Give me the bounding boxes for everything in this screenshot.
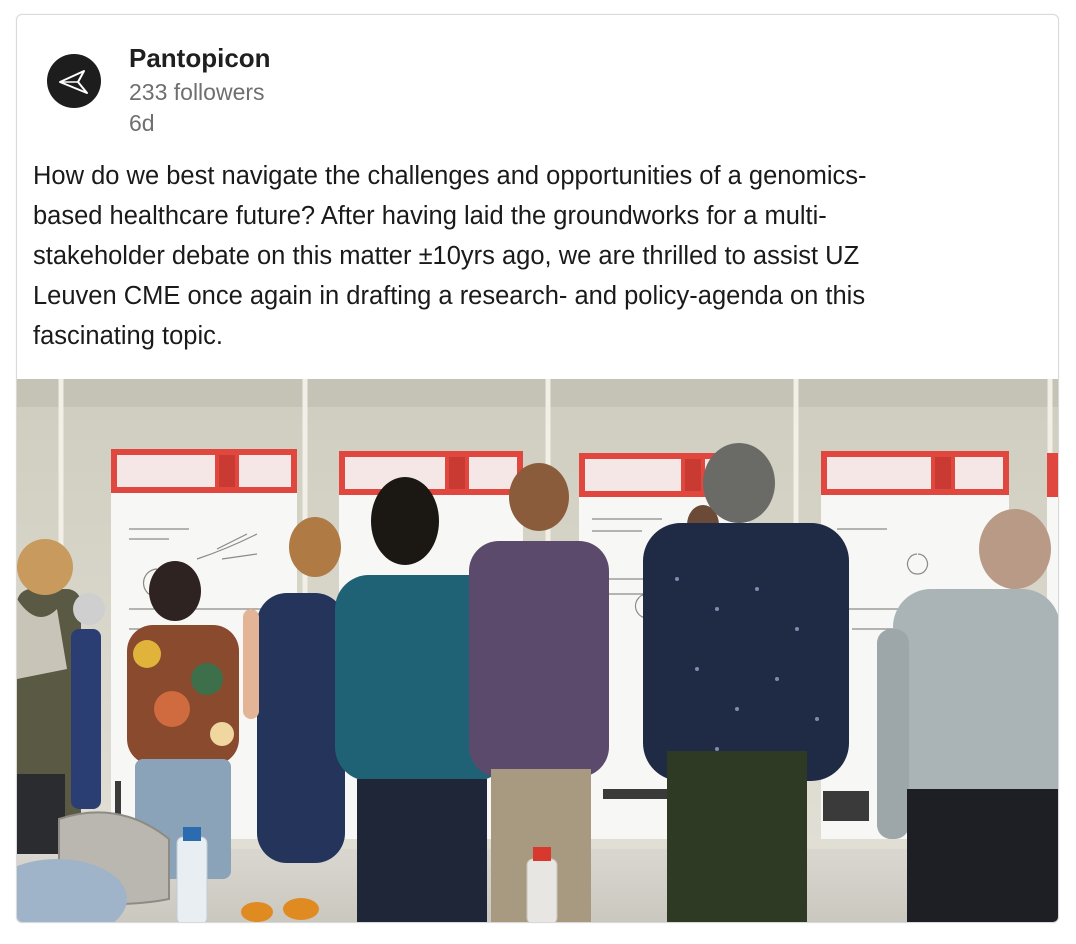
follower-count: 233 followers (129, 79, 265, 105)
pantopicon-logo-icon (59, 70, 88, 94)
post-text-line: How do we best navigate the challenges a… (33, 162, 867, 190)
author-avatar[interactable] (47, 54, 101, 108)
post-text-line: fascinating topic. (33, 322, 223, 350)
post-body-text: How do we best navigate the challenges a… (33, 156, 1033, 356)
post-photo[interactable] (17, 379, 1059, 923)
post-text-line: stakeholder debate on this matter ±10yrs… (33, 242, 860, 270)
post-timestamp: 6d (129, 110, 155, 136)
post-header: Pantopicon 233 followers 6d (17, 15, 1058, 140)
post-card: Pantopicon 233 followers 6d How do we be… (16, 14, 1059, 923)
post-text-line: based healthcare future? After having la… (33, 202, 827, 230)
author-name[interactable]: Pantopicon (129, 43, 271, 74)
post-text-line: Leuven CME once again in drafting a rese… (33, 282, 866, 310)
